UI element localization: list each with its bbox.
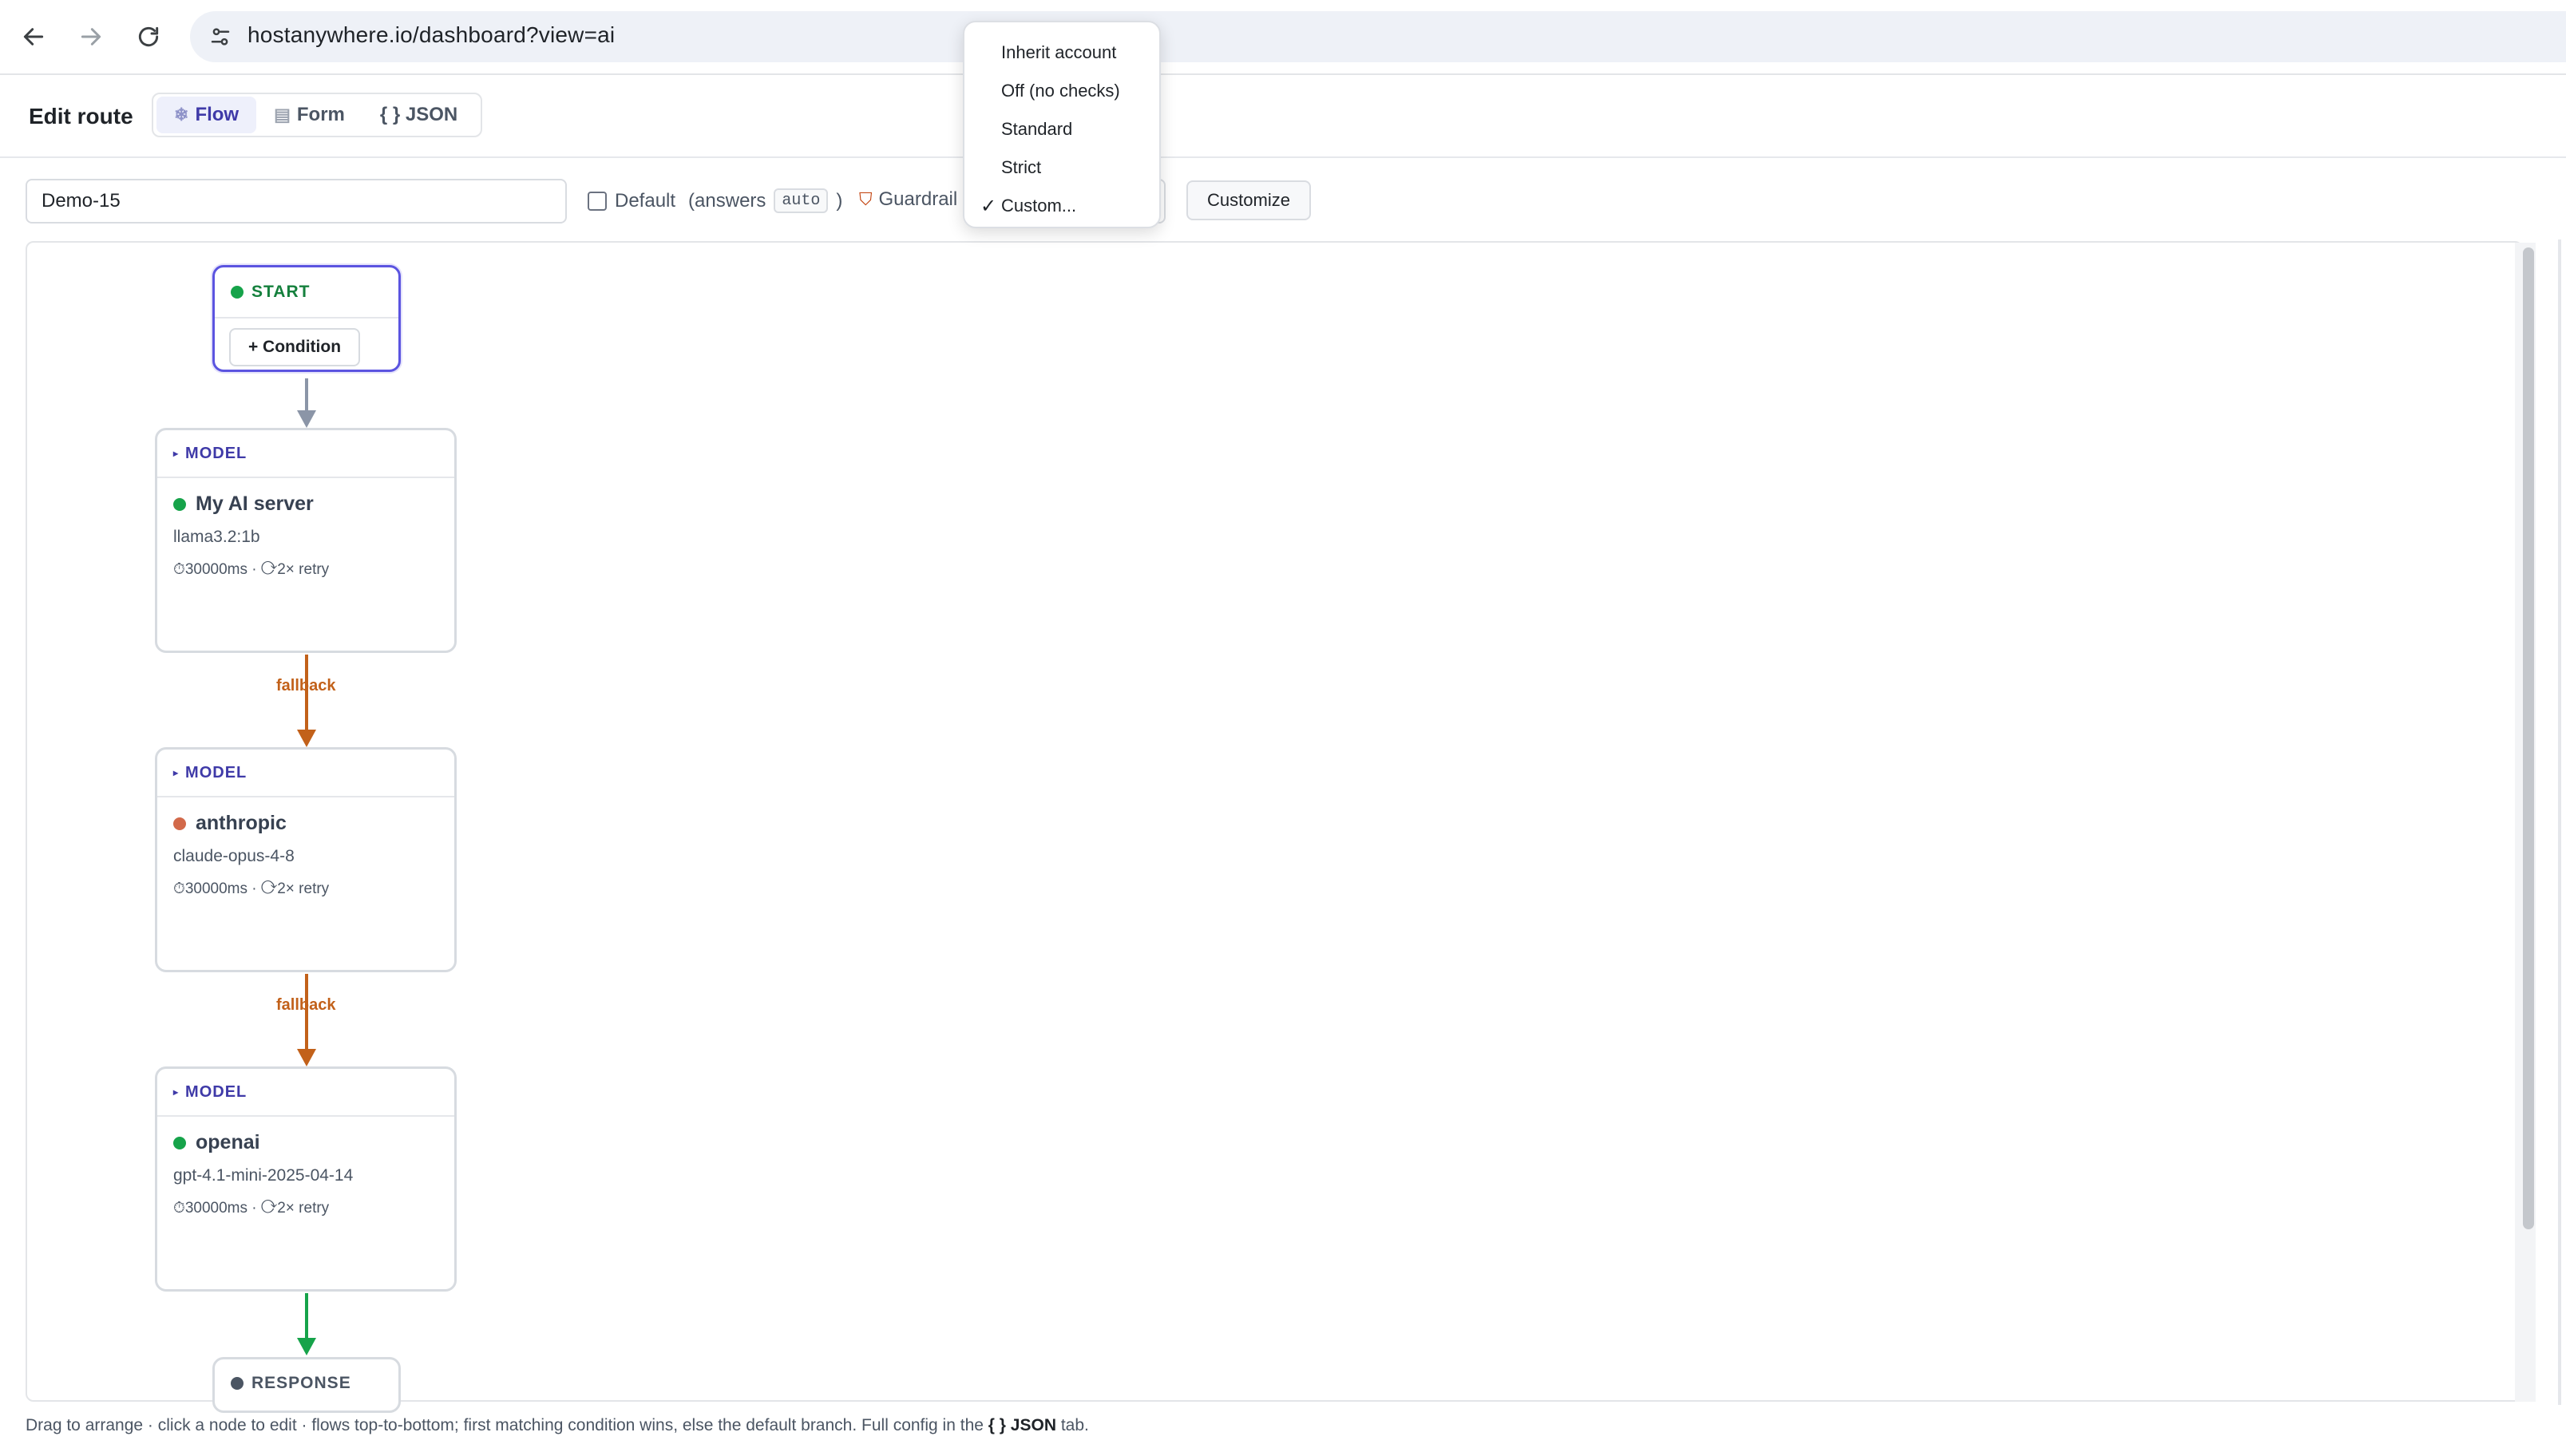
model-provider: anthropic bbox=[173, 812, 287, 835]
model-meta: ⏱30000ms · ⟳2× retry bbox=[173, 880, 330, 897]
guardrail-dropdown-menu: Inherit account Off (no checks) Standard… bbox=[963, 21, 1161, 228]
canvas-scrollbar-thumb[interactable] bbox=[2523, 247, 2534, 1229]
answers-suffix: ) bbox=[836, 189, 843, 212]
shield-icon: ⛉ bbox=[859, 189, 873, 209]
default-checkbox[interactable] bbox=[588, 191, 607, 211]
default-toggle[interactable]: Default (answers auto ) bbox=[588, 188, 842, 213]
start-label: START bbox=[251, 283, 311, 301]
route-editor-header: Edit route ❄ Flow ▤ Form { } JSON bbox=[0, 75, 2566, 158]
menu-item-inherit-account[interactable]: Inherit account bbox=[964, 34, 1159, 72]
provider-status-dot bbox=[173, 1136, 186, 1149]
site-info-button[interactable] bbox=[201, 18, 240, 56]
menu-item-label: Standard bbox=[1001, 119, 1073, 139]
help-text-suffix: tab. bbox=[1060, 1416, 1089, 1434]
model-id: claude-opus-4-8 bbox=[173, 847, 295, 865]
start-status-dot bbox=[231, 286, 244, 299]
response-label: RESPONSE bbox=[251, 1374, 351, 1392]
tab-form-label: Form bbox=[296, 104, 345, 125]
snowflake-icon: ❄ bbox=[174, 105, 189, 125]
url-text[interactable]: hostanywhere.io/dashboard?view=ai bbox=[247, 22, 615, 48]
tab-flow[interactable]: ❄ Flow bbox=[156, 97, 257, 133]
caret-right-icon: ▸ bbox=[173, 1086, 180, 1098]
menu-item-label: Strict bbox=[1001, 157, 1042, 177]
tune-icon bbox=[211, 28, 230, 46]
help-text-prefix: Drag to arrange · click a node to edit ·… bbox=[26, 1416, 984, 1434]
arrow-left-icon bbox=[23, 28, 44, 46]
model-node-header: ▸ MODEL bbox=[157, 1069, 454, 1117]
provider-name: anthropic bbox=[196, 812, 287, 834]
arrow-right-icon bbox=[81, 28, 101, 46]
model-id: llama3.2:1b bbox=[173, 528, 260, 546]
model-id: gpt-4.1-mini-2025-04-14 bbox=[173, 1166, 354, 1185]
browser-toolbar: hostanywhere.io/dashboard?view=ai bbox=[0, 0, 2566, 75]
back-button[interactable] bbox=[14, 18, 53, 56]
model-provider: My AI server bbox=[173, 493, 314, 516]
model-meta: ⏱30000ms · ⟳2× retry bbox=[173, 1200, 330, 1217]
menu-item-custom[interactable]: ✓ Custom... bbox=[964, 187, 1159, 225]
menu-item-standard[interactable]: Standard bbox=[964, 110, 1159, 148]
provider-status-dot bbox=[173, 817, 186, 830]
reload-icon bbox=[138, 26, 159, 47]
answers-auto-tag: auto bbox=[774, 188, 829, 213]
response-node-header: RESPONSE bbox=[215, 1359, 398, 1407]
model-node[interactable]: ▸ MODEL My AI server llama3.2:1b ⏱30000m… bbox=[155, 428, 457, 653]
square-icon: ▤ bbox=[274, 105, 291, 125]
checkmark-icon: ✓ bbox=[980, 196, 997, 217]
model-node-header: ▸ MODEL bbox=[157, 430, 454, 478]
menu-item-off[interactable]: Off (no checks) bbox=[964, 72, 1159, 110]
edge-label-fallback: fallback bbox=[276, 996, 336, 1014]
menu-item-label: Custom... bbox=[1001, 196, 1077, 216]
panel-divider bbox=[2558, 239, 2561, 1405]
page-title: Edit route bbox=[29, 104, 133, 129]
response-status-dot bbox=[231, 1377, 244, 1390]
model-type-label: MODEL bbox=[185, 763, 247, 781]
edge-label-fallback: fallback bbox=[276, 677, 336, 694]
tab-form[interactable]: ▤ Form bbox=[256, 97, 362, 133]
view-tabs: ❄ Flow ▤ Form { } JSON bbox=[152, 93, 482, 137]
guardrail-label: ⛉ Guardrail bbox=[859, 188, 957, 211]
tab-json-label: { } JSON bbox=[379, 104, 458, 125]
menu-item-strict[interactable]: Strict bbox=[964, 148, 1159, 187]
canvas-help-text: Drag to arrange · click a node to edit ·… bbox=[26, 1416, 1089, 1435]
model-node-header: ▸ MODEL bbox=[157, 750, 454, 797]
tab-json[interactable]: { } JSON bbox=[362, 97, 475, 133]
start-node[interactable]: START + Condition bbox=[212, 265, 401, 372]
start-node-header: START bbox=[215, 267, 398, 318]
provider-status-dot bbox=[173, 497, 186, 511]
provider-name: My AI server bbox=[196, 493, 314, 515]
model-meta: ⏱30000ms · ⟳2× retry bbox=[173, 561, 330, 578]
model-node[interactable]: ▸ MODEL openai gpt-4.1-mini-2025-04-14 ⏱… bbox=[155, 1066, 457, 1292]
tab-flow-label: Flow bbox=[195, 104, 240, 125]
answers-prefix: (answers bbox=[688, 189, 766, 212]
provider-name: openai bbox=[196, 1131, 260, 1153]
guardrail-label-text: Guardrail bbox=[878, 188, 958, 210]
model-node[interactable]: ▸ MODEL anthropic claude-opus-4-8 ⏱30000… bbox=[155, 747, 457, 972]
caret-right-icon: ▸ bbox=[173, 767, 180, 778]
route-name-input[interactable] bbox=[26, 179, 567, 224]
forward-button[interactable] bbox=[72, 18, 110, 56]
help-text-json-ref: { } JSON bbox=[988, 1416, 1056, 1434]
add-condition-button[interactable]: + Condition bbox=[229, 328, 360, 366]
menu-item-label: Inherit account bbox=[1001, 42, 1117, 62]
caret-right-icon: ▸ bbox=[173, 448, 180, 459]
customize-button[interactable]: Customize bbox=[1186, 180, 1311, 220]
response-node[interactable]: RESPONSE bbox=[212, 1357, 401, 1413]
default-label: Default bbox=[615, 189, 676, 212]
model-type-label: MODEL bbox=[185, 1082, 247, 1101]
reload-button[interactable] bbox=[129, 18, 168, 56]
model-type-label: MODEL bbox=[185, 444, 247, 462]
model-provider: openai bbox=[173, 1131, 260, 1154]
menu-item-label: Off (no checks) bbox=[1001, 81, 1120, 101]
